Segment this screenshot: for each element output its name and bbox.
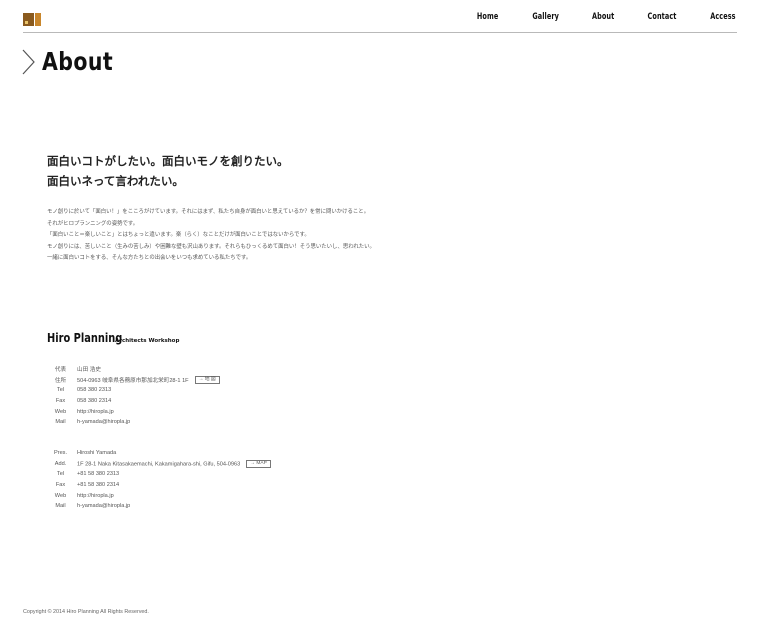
company-subtitle: Architects Workshop	[115, 338, 180, 344]
info-label: Mail	[55, 419, 66, 426]
mail-link[interactable]: h-yamada@hiropla.jp	[77, 501, 271, 512]
main-nav: Home Gallery About Contact Access	[446, 12, 738, 22]
info-row: Pres. Hiroshi Yamada	[44, 448, 271, 459]
info-value: +81 58 380 2313	[77, 471, 120, 478]
info-value: +81 58 380 2314	[77, 482, 120, 489]
lead-text: 面白いコトがしたい。面白いモノを創りたい。 面白いネって言われたい。	[47, 151, 289, 191]
nav-contact[interactable]: Contact	[648, 12, 677, 22]
body-line: それがヒロプランニングの姿勢です。	[47, 220, 139, 227]
info-row: 住所 504-0963 岐阜県各務原市那加北栄町28-1 1F → 地 図	[44, 375, 220, 386]
info-value: 058 380 2313	[77, 387, 112, 394]
lead-line: 面白いネって言われたい。	[47, 174, 184, 188]
info-table-en: Pres. Hiroshi Yamada Add. 1F 28-1 Naka Kit…	[44, 448, 271, 512]
info-row: Tel +81 58 380 2313	[44, 469, 271, 480]
info-label: 代表	[54, 367, 67, 374]
header-divider	[23, 32, 737, 33]
info-value: 山田 浩史	[77, 367, 101, 374]
nav-about[interactable]: About	[592, 12, 614, 22]
address-text: 504-0963 岐阜県各務原市那加北栄町28-1 1F	[77, 377, 189, 384]
company-name: Hiro Planning	[47, 331, 123, 345]
info-row: Web http://hiropla.jp	[44, 490, 271, 501]
info-row: Fax 058 380 2314	[44, 396, 220, 407]
page-heading: About	[22, 47, 129, 76]
info-label: 住所	[54, 377, 67, 384]
info-label: Tel	[56, 387, 65, 394]
info-row: Mail h-yamada@hiropla.jp	[44, 417, 220, 428]
info-label: Fax	[55, 482, 66, 489]
info-value: 504-0963 岐阜県各務原市那加北栄町28-1 1F → 地 図	[77, 375, 220, 386]
info-label: Add.	[54, 460, 67, 467]
chevron-right-icon	[22, 49, 35, 74]
info-label: Web	[54, 492, 67, 499]
logo-icon[interactable]	[23, 13, 41, 26]
map-button[interactable]: → MAP	[246, 459, 271, 468]
info-value: 058 380 2314	[77, 398, 112, 405]
info-label: Pres.	[53, 450, 68, 457]
info-row: Add. 1F 28-1 Naka Kitasakaemachi, Kakamig…	[44, 459, 271, 470]
logo-block-light	[35, 13, 41, 26]
nav-access[interactable]: Access	[710, 12, 735, 22]
company-heading: Hiro Planning Architects Workshop	[47, 331, 179, 345]
address-text: 1F 28-1 Naka Kitasakaemachi, Kakamigahar…	[77, 461, 241, 468]
body-line: 一緒に面白いコトをする、そんな方たちとの出会いをいつも求めている私たちです。	[47, 255, 252, 262]
info-row: Tel 058 380 2313	[44, 385, 220, 396]
info-value: Hiroshi Yamada	[77, 450, 117, 457]
mail-link[interactable]: h-yamada@hiropla.jp	[77, 417, 220, 428]
logo-block-dark	[23, 13, 34, 26]
info-label: Mail	[55, 503, 66, 510]
info-row: Fax +81 58 380 2314	[44, 480, 271, 491]
nav-gallery[interactable]: Gallery	[532, 12, 559, 22]
info-value: 1F 28-1 Naka Kitasakaemachi, Kakamigahar…	[77, 459, 271, 470]
nav-home[interactable]: Home	[477, 12, 498, 22]
info-row: 代表 山田 浩史	[44, 364, 220, 375]
info-row: Web http://hiropla.jp	[44, 406, 220, 417]
web-link[interactable]: http://hiropla.jp	[77, 490, 271, 501]
info-label: Tel	[56, 471, 65, 478]
body-line: 「面白いこと＝楽しいこと」とはちょっと違います。楽（らく）なことだけが面白いこと…	[47, 232, 310, 239]
map-button[interactable]: → 地 図	[194, 376, 220, 385]
info-label: Fax	[55, 398, 66, 405]
body-line: モノ創りに於いて「面白い！」をこころがけています。それにはまず、私たち自身が面白…	[47, 209, 370, 215]
copyright: Copyright © 2014 Hiro Planning All Right…	[23, 609, 149, 615]
info-table-jp: 代表 山田 浩史 住所 504-0963 岐阜県各務原市那加北栄町28-1 1F → …	[44, 364, 220, 428]
info-label: Web	[54, 408, 67, 415]
page-title: About	[42, 47, 114, 76]
body-line: モノ創りには、苦しいこと（生みの苦しみ）や困難な壁も沢山あります。それらもひっく…	[47, 243, 375, 250]
info-row: Mail h-yamada@hiropla.jp	[44, 501, 271, 512]
about-body: モノ創りに於いて「面白い！」をこころがけています。それにはまず、私たち自身が面白…	[47, 207, 407, 265]
lead-line: 面白いコトがしたい。面白いモノを創りたい。	[47, 154, 289, 168]
web-link[interactable]: http://hiropla.jp	[77, 406, 220, 417]
